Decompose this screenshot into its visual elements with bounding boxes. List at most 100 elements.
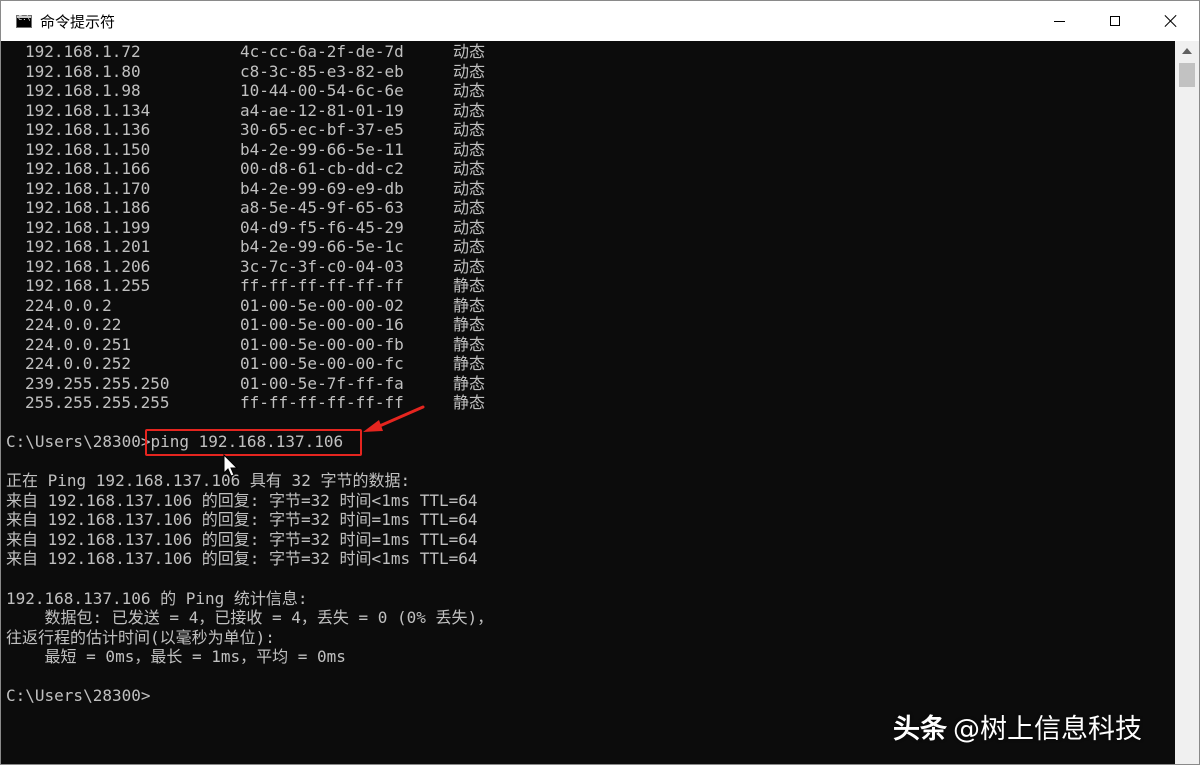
arp-type: 静态 [453, 354, 486, 373]
arp-mac: 00-d8-61-cb-dd-c2 [240, 159, 404, 178]
arp-mac: 10-44-00-54-6c-6e [240, 81, 404, 100]
arp-entry: 224.0.0.22 01-00-5e-00-00-16 静态 [1, 315, 601, 335]
arp-mac: 01-00-5e-00-00-fc [240, 354, 404, 373]
arp-entry: 192.168.1.80 c8-3c-85-e3-82-eb 动态 [1, 62, 601, 82]
arp-entry: 192.168.1.206 3c-7c-3f-c0-04-03 动态 [1, 257, 601, 277]
arp-entry: 224.0.0.252 01-00-5e-00-00-fc 静态 [1, 354, 601, 374]
arp-mac: a8-5e-45-9f-65-63 [240, 198, 404, 217]
arp-type: 动态 [453, 218, 486, 237]
reply-line: 来自 192.168.137.106 的回复: 字节=32 时间=1ms TTL… [6, 530, 478, 549]
scroll-up-arrow-icon[interactable] [1182, 48, 1192, 54]
arp-ip: 192.168.1.166 [25, 159, 151, 178]
arp-entry: 192.168.1.186 a8-5e-45-9f-65-63 动态 [1, 198, 601, 218]
close-icon [1164, 14, 1178, 28]
arp-ip: 192.168.1.136 [25, 120, 151, 139]
arp-type: 静态 [453, 276, 486, 295]
scroll-thumb[interactable] [1179, 63, 1195, 87]
arp-mac: ff-ff-ff-ff-ff-ff [240, 276, 404, 295]
arp-ip: 192.168.1.150 [25, 140, 151, 159]
arp-ip: 192.168.1.255 [25, 276, 151, 295]
arp-mac: 4c-cc-6a-2f-de-7d [240, 42, 404, 61]
arp-type: 静态 [453, 393, 486, 412]
watermark-brand: 头条 [893, 714, 947, 745]
arp-mac: 01-00-5e-00-00-16 [240, 315, 404, 334]
arp-type: 静态 [453, 296, 486, 315]
arp-entry: 192.168.1.201 b4-2e-99-66-5e-1c 动态 [1, 237, 601, 257]
arp-entry: 192.168.1.136 30-65-ec-bf-37-e5 动态 [1, 120, 601, 140]
prompt: C:\Users\28300> [6, 432, 151, 451]
arp-type: 动态 [453, 101, 486, 120]
arp-mac: 01-00-5e-7f-ff-fa [240, 374, 404, 393]
close-button[interactable] [1143, 1, 1199, 41]
arp-entry: 224.0.0.2 01-00-5e-00-00-02 静态 [1, 296, 601, 316]
arp-ip: 224.0.0.251 [25, 335, 131, 354]
arp-mac: b4-2e-99-69-e9-db [240, 179, 404, 198]
vertical-scrollbar[interactable] [1175, 41, 1199, 764]
arp-ip: 192.168.1.170 [25, 179, 151, 198]
arp-mac: b4-2e-99-66-5e-11 [240, 140, 404, 159]
window-title: 命令提示符 [40, 12, 116, 31]
arp-mac: 01-00-5e-00-00-fb [240, 335, 404, 354]
arp-entry: 224.0.0.251 01-00-5e-00-00-fb 静态 [1, 335, 601, 355]
arp-ip: 192.168.1.206 [25, 257, 151, 276]
arp-ip: 192.168.1.98 [25, 81, 141, 100]
minimize-button[interactable] [1031, 1, 1087, 41]
arp-entry: 192.168.1.72 4c-cc-6a-2f-de-7d 动态 [1, 42, 601, 62]
maximize-icon [1110, 16, 1120, 26]
command-highlight-box [145, 429, 362, 456]
arp-type: 动态 [453, 237, 486, 256]
packets-line: 数据包: 已发送 = 4，已接收 = 4，丢失 = 0 (0% 丢失)， [6, 608, 494, 627]
arp-ip: 192.168.1.199 [25, 218, 151, 237]
watermark: 头条 @树上信息科技 [893, 707, 1142, 746]
arp-type: 静态 [453, 315, 486, 334]
arp-mac: 04-d9-f5-f6-45-29 [240, 218, 404, 237]
watermark-handle: @树上信息科技 [953, 714, 1142, 745]
arp-type: 动态 [453, 120, 486, 139]
stats-header: 192.168.137.106 的 Ping 统计信息: [6, 589, 308, 608]
arp-ip: 192.168.1.201 [25, 237, 151, 256]
arp-entry: 239.255.255.250 01-00-5e-7f-ff-fa 静态 [1, 374, 601, 394]
minimize-icon [1053, 20, 1065, 22]
arp-mac: 3c-7c-3f-c0-04-03 [240, 257, 404, 276]
arp-ip: 239.255.255.250 [25, 374, 170, 393]
cmd-window: 命令提示符 192.168.1.724c-cc-6a-2f-de-7d动态192… [0, 0, 1200, 765]
arp-mac: c8-3c-85-e3-82-eb [240, 62, 404, 81]
arp-ip: 192.168.1.72 [25, 42, 141, 61]
arp-entry: 192.168.1.199 04-d9-f5-f6-45-29 动态 [1, 218, 601, 238]
mouse-cursor-icon [223, 454, 239, 477]
arp-type: 动态 [453, 42, 486, 61]
maximize-button[interactable] [1087, 1, 1143, 41]
arp-type: 动态 [453, 198, 486, 217]
cmd-app-icon [16, 14, 32, 28]
reply-line: 来自 192.168.137.106 的回复: 字节=32 时间<1ms TTL… [6, 491, 478, 510]
prompt-line: C:\Users\28300> [6, 686, 151, 705]
arp-entry: 192.168.1.255 ff-ff-ff-ff-ff-ff 静态 [1, 276, 601, 296]
arp-type: 动态 [453, 140, 486, 159]
arp-ip: 192.168.1.186 [25, 198, 151, 217]
arp-type: 静态 [453, 335, 486, 354]
rtt-values: 最短 = 0ms，最长 = 1ms，平均 = 0ms [6, 647, 346, 666]
arp-ip: 192.168.1.134 [25, 101, 151, 120]
arp-mac: b4-2e-99-66-5e-1c [240, 237, 404, 256]
arp-entry: 192.168.1.170 b4-2e-99-69-e9-db 动态 [1, 179, 601, 199]
arp-ip: 192.168.1.80 [25, 62, 141, 81]
arp-type: 动态 [453, 257, 486, 276]
arp-ip: 224.0.0.2 [25, 296, 112, 315]
arp-ip: 224.0.0.22 [25, 315, 122, 334]
arp-type: 动态 [453, 62, 486, 81]
arp-entry: 255.255.255.255 ff-ff-ff-ff-ff-ff 静态 [1, 393, 601, 413]
arp-ip: 255.255.255.255 [25, 393, 170, 412]
arp-type: 静态 [453, 374, 486, 393]
arp-mac: 01-00-5e-00-00-02 [240, 296, 404, 315]
reply-line: 来自 192.168.137.106 的回复: 字节=32 时间=1ms TTL… [6, 510, 478, 529]
arp-mac: a4-ae-12-81-01-19 [240, 101, 404, 120]
arp-entry: 192.168.1.134 a4-ae-12-81-01-19 动态 [1, 101, 601, 121]
arp-type: 动态 [453, 81, 486, 100]
rtt-header: 往返行程的估计时间(以毫秒为单位): [6, 628, 275, 647]
arp-type: 动态 [453, 179, 486, 198]
title-bar[interactable]: 命令提示符 [1, 1, 1199, 41]
console-output[interactable]: 192.168.1.72 4c-cc-6a-2f-de-7d 动态 192.168.1… [1, 41, 1175, 764]
arp-entry: 192.168.1.166 00-d8-61-cb-dd-c2 动态 [1, 159, 601, 179]
ping-header: 正在 Ping 192.168.137.106 具有 32 字节的数据: [6, 471, 411, 490]
red-arrow-icon [363, 405, 425, 432]
